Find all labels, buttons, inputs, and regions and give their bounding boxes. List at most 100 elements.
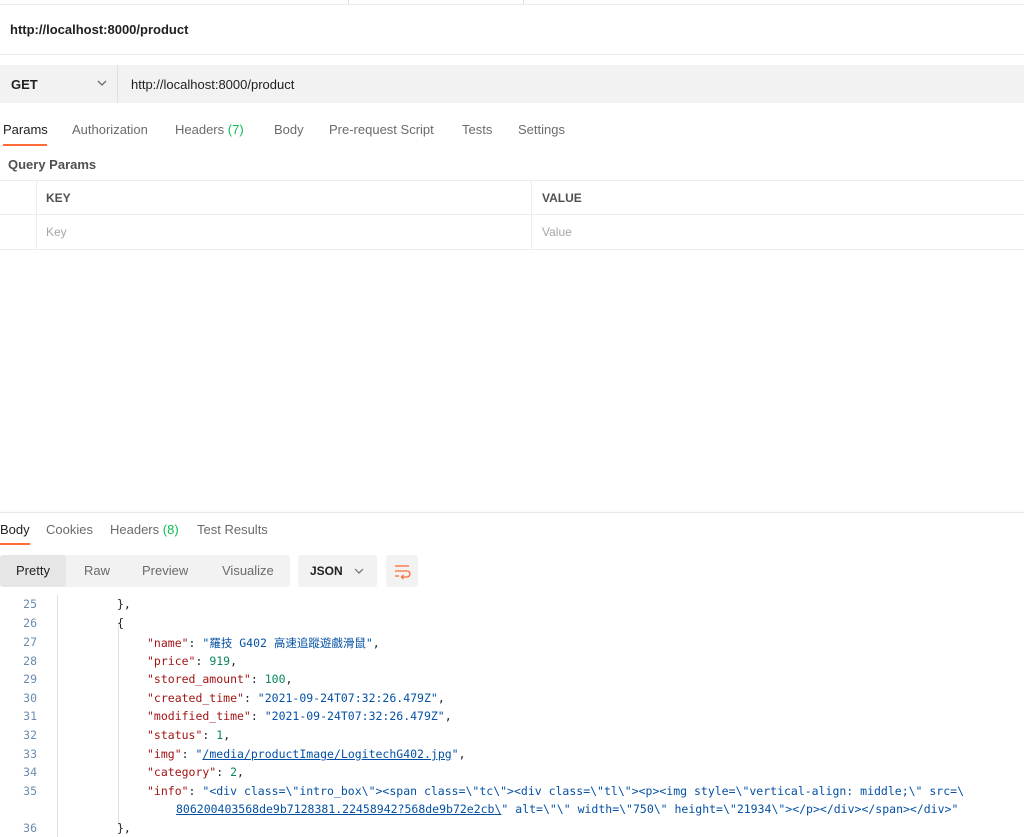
code-line: "status": 1, bbox=[147, 728, 231, 742]
tab-body[interactable]: Body bbox=[274, 122, 304, 137]
url-text: http://localhost:8000/product bbox=[131, 77, 295, 92]
line-number: 31 bbox=[23, 709, 37, 723]
json-value: 2 bbox=[230, 765, 238, 779]
line-number: 34 bbox=[23, 765, 37, 779]
top-tab-strip bbox=[0, 0, 1024, 5]
method-label: GET bbox=[11, 77, 38, 92]
tab-settings[interactable]: Settings bbox=[518, 122, 565, 137]
url-input[interactable]: http://localhost:8000/product bbox=[118, 65, 1024, 103]
tab-strip-divider bbox=[348, 0, 349, 4]
tab-headers-count: (7) bbox=[227, 122, 244, 137]
line-number: 30 bbox=[23, 691, 37, 705]
value-header-label: VALUE bbox=[542, 191, 582, 205]
chevron-down-icon bbox=[354, 568, 364, 574]
json-key: "price" bbox=[147, 654, 196, 668]
code-line: "created_time": "2021-09-24T07:32:26.479… bbox=[147, 691, 445, 705]
json-key: "name" bbox=[147, 636, 189, 650]
json-value: 919 bbox=[209, 654, 231, 668]
response-tab-cookies[interactable]: Cookies bbox=[46, 522, 93, 537]
wrap-lines-icon bbox=[395, 565, 411, 580]
json-value: "2021-09-24T07:32:26.479Z" bbox=[257, 691, 438, 705]
checkbox-column bbox=[0, 181, 37, 215]
code-line: "modified_time": "2021-09-24T07:32:26.47… bbox=[147, 709, 452, 723]
response-tab-body[interactable]: Body bbox=[0, 522, 30, 537]
json-key: "info" bbox=[147, 784, 189, 798]
json-key: "status" bbox=[147, 728, 203, 742]
code-line: "category": 2, bbox=[147, 765, 244, 779]
json-value: "羅技 G402 高速追蹤遊戲滑鼠" bbox=[202, 636, 373, 650]
table-header-row: KEY VALUE bbox=[0, 180, 1024, 215]
active-tab-indicator bbox=[3, 144, 47, 146]
code-line: { bbox=[117, 616, 124, 630]
format-label: JSON bbox=[310, 564, 343, 578]
key-placeholder: Key bbox=[46, 225, 67, 239]
key-header-label: KEY bbox=[46, 191, 71, 205]
code-line: "info": "<div class=\"intro_box\"><span … bbox=[147, 784, 965, 798]
indent-guide bbox=[118, 625, 119, 825]
json-key: "category" bbox=[147, 765, 217, 779]
tab-params[interactable]: Params bbox=[3, 122, 48, 137]
response-divider[interactable] bbox=[0, 512, 1024, 513]
key-input[interactable]: Key bbox=[36, 215, 532, 249]
code-line: "price": 919, bbox=[147, 654, 238, 668]
active-response-tab-indicator bbox=[0, 543, 30, 545]
url-bar: GET http://localhost:8000/product bbox=[0, 65, 1024, 103]
view-raw-button[interactable]: Raw bbox=[84, 555, 110, 587]
code-line: 806200403568de9b7128381.22458942?568de9b… bbox=[176, 802, 958, 816]
json-key: "modified_time" bbox=[147, 709, 251, 723]
view-preview-button[interactable]: Preview bbox=[142, 555, 188, 587]
code-line: "stored_amount": 100, bbox=[147, 672, 293, 686]
response-tab-headers-count: (8) bbox=[162, 522, 179, 537]
json-key: "stored_amount" bbox=[147, 672, 251, 686]
line-number: 36 bbox=[23, 821, 37, 835]
indent-guide bbox=[57, 595, 58, 837]
json-link[interactable]: /media/productImage/LogitechG402.jpg bbox=[202, 747, 451, 761]
tab-pre-request-script[interactable]: Pre-request Script bbox=[329, 122, 434, 137]
format-select[interactable]: JSON bbox=[298, 555, 377, 587]
json-value-close: " bbox=[451, 747, 459, 761]
code-line: }, bbox=[117, 597, 131, 611]
tab-authorization[interactable]: Authorization bbox=[72, 122, 148, 137]
json-key: "img" bbox=[147, 747, 182, 761]
response-tab-headers[interactable]: Headers (8) bbox=[110, 522, 179, 537]
view-mode-group: Pretty Raw Preview Visualize bbox=[0, 555, 290, 587]
view-visualize-button[interactable]: Visualize bbox=[222, 555, 274, 587]
response-tab-headers-label: Headers bbox=[110, 522, 160, 537]
response-code-view[interactable]: 25 26 27 28 29 30 31 32 33 34 35 36 }, {… bbox=[0, 595, 1024, 837]
code-line: }, bbox=[117, 821, 131, 835]
method-select[interactable]: GET bbox=[0, 65, 118, 103]
line-number: 26 bbox=[23, 616, 37, 630]
tab-tests[interactable]: Tests bbox=[462, 122, 492, 137]
json-link[interactable]: 806200403568de9b7128381.22458942?568de9b… bbox=[176, 802, 501, 816]
json-value: 100 bbox=[264, 672, 286, 686]
value-placeholder: Value bbox=[542, 225, 572, 239]
key-header: KEY bbox=[36, 181, 532, 215]
json-value: "2021-09-24T07:32:26.479Z" bbox=[264, 709, 445, 723]
table-row: Key Value bbox=[0, 214, 1024, 250]
tab-strip-divider bbox=[523, 0, 524, 4]
value-input[interactable]: Value bbox=[532, 215, 1024, 249]
response-tab-test-results[interactable]: Test Results bbox=[197, 522, 268, 537]
tab-headers[interactable]: Headers (7) bbox=[175, 122, 244, 137]
view-pretty-button[interactable]: Pretty bbox=[0, 555, 66, 587]
line-number: 27 bbox=[23, 635, 37, 649]
line-number: 25 bbox=[23, 597, 37, 611]
wrap-lines-button[interactable] bbox=[386, 555, 418, 587]
json-value: " alt=\"\" width=\"750\" height=\"21934\… bbox=[501, 802, 959, 816]
line-number: 33 bbox=[23, 747, 37, 761]
code-line: "name": "羅技 G402 高速追蹤遊戲滑鼠", bbox=[147, 636, 380, 650]
line-number: 29 bbox=[23, 672, 37, 686]
title-divider bbox=[0, 54, 1024, 55]
query-params-title: Query Params bbox=[8, 157, 97, 172]
line-number: 32 bbox=[23, 728, 37, 742]
chevron-down-icon bbox=[97, 80, 107, 86]
json-value: "<div class=\"intro_box\"><span class=\"… bbox=[202, 784, 965, 798]
json-key: "created_time" bbox=[147, 691, 244, 705]
tab-headers-label: Headers bbox=[175, 122, 225, 137]
value-header: VALUE bbox=[532, 181, 1024, 215]
request-title: http://localhost:8000/product bbox=[10, 22, 189, 37]
row-checkbox-cell bbox=[0, 215, 37, 249]
line-number: 35 bbox=[23, 784, 37, 798]
code-line: "img": "/media/productImage/LogitechG402… bbox=[147, 747, 466, 761]
line-number: 28 bbox=[23, 654, 37, 668]
